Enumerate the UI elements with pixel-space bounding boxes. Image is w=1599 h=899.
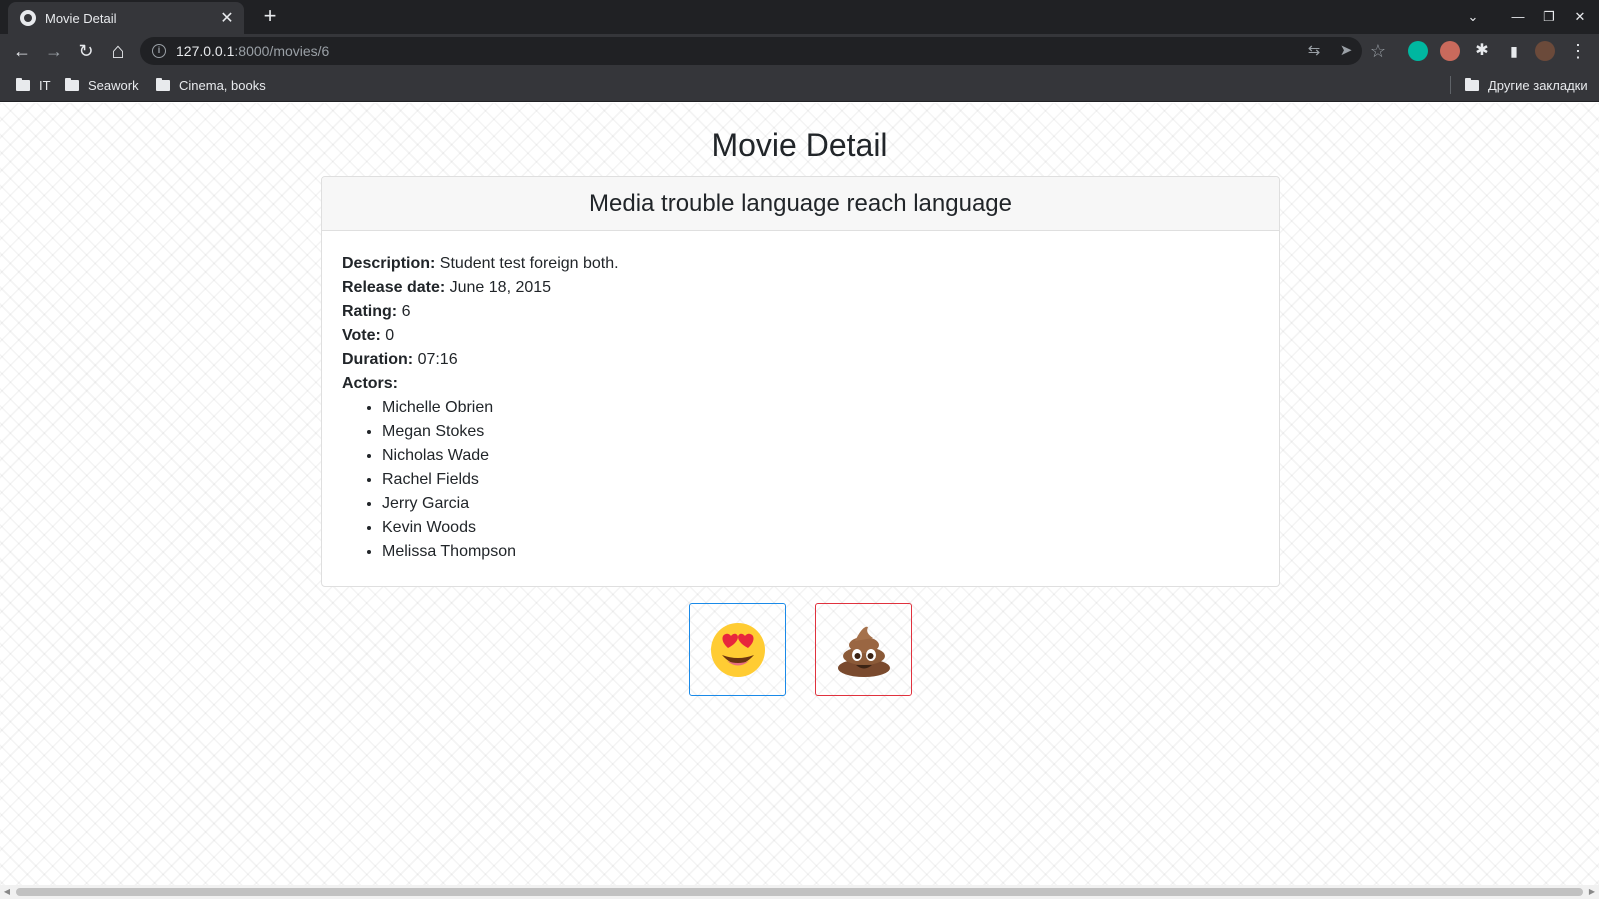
other-bookmarks-folder[interactable]: Другие закладки (1465, 75, 1588, 95)
send-icon[interactable]: ➤ (1334, 39, 1358, 63)
page-viewport: Movie Detail Media trouble language reac… (0, 103, 1599, 899)
bookmarks-bar: IT Seawork Cinema, books Другие закладки (0, 68, 1599, 102)
bookmark-label: IT (39, 77, 51, 93)
folder-icon (65, 77, 79, 91)
home-icon[interactable]: ⌂ (106, 39, 130, 63)
like-button[interactable] (689, 603, 786, 696)
list-item: Rachel Fields (382, 468, 1259, 492)
bookmark-star-icon[interactable]: ☆ (1366, 39, 1390, 63)
extensions-puzzle-icon[interactable]: ✱ (1470, 39, 1494, 63)
browser-tab[interactable]: Movie Detail ✕ (8, 2, 244, 34)
list-item: Kevin Woods (382, 516, 1259, 540)
minimize-icon[interactable]: — (1507, 6, 1529, 28)
list-item: Melissa Thompson (382, 540, 1259, 564)
scroll-right-icon[interactable]: ▶ (1585, 885, 1599, 899)
page-title: Movie Detail (711, 127, 888, 163)
list-item: Michelle Obrien (382, 396, 1259, 420)
list-item: Megan Stokes (382, 420, 1259, 444)
actors-row: Actors: (342, 375, 399, 392)
shield-extension-icon[interactable] (1408, 41, 1428, 61)
movie-title: Media trouble language reach language (322, 177, 1279, 231)
description-value: Student test foreign both. (439, 255, 619, 272)
movie-card: Media trouble language reach language De… (321, 176, 1280, 587)
window-close-icon[interactable]: ✕ (1569, 6, 1591, 28)
duration-row: Duration: 07:16 (342, 351, 458, 368)
release-date-row: Release date: June 18, 2015 (342, 279, 552, 296)
bookmark-label: Другие закладки (1488, 77, 1588, 93)
bookmark-label: Seawork (88, 77, 139, 93)
folder-icon (16, 77, 30, 91)
owl-extension-icon[interactable] (1440, 41, 1460, 61)
bookmark-label: Cinema, books (179, 77, 266, 93)
tab-search-icon[interactable]: ⌄ (1462, 6, 1484, 28)
dislike-button[interactable] (815, 603, 912, 696)
scrollbar-thumb[interactable] (16, 888, 1583, 896)
back-icon[interactable]: ← (10, 39, 34, 63)
translate-icon[interactable]: ⇆ (1302, 39, 1326, 63)
url-text[interactable]: 127.0.0.1:8000/movies/6 (176, 43, 329, 59)
globe-icon (20, 10, 36, 26)
description-row: Description: Student test foreign both. (342, 255, 619, 272)
reload-icon[interactable]: ↻ (74, 39, 98, 63)
vote-value: 0 (385, 327, 395, 344)
bookmark-folder-seawork[interactable]: Seawork (65, 75, 139, 95)
browser-toolbar: ← → ↻ ⌂ i 127.0.0.1:8000/movies/6 ⇆ ➤ ☆ … (0, 34, 1599, 68)
horizontal-scrollbar[interactable]: ◀ ▶ (0, 885, 1599, 899)
folder-icon (156, 77, 170, 91)
release-date-value: June 18, 2015 (449, 279, 552, 296)
rating-row: Rating: 6 (342, 303, 411, 320)
movie-details: Description: Student test foreign both. … (322, 231, 1279, 564)
tab-strip: Movie Detail ✕ + ⌄ — ❐ ✕ (0, 0, 1599, 34)
list-item: Jerry Garcia (382, 492, 1259, 516)
profile-avatar[interactable] (1535, 41, 1555, 61)
forward-icon[interactable]: → (42, 39, 66, 63)
new-tab-button[interactable]: + (258, 5, 282, 29)
restore-icon[interactable]: ❐ (1538, 6, 1560, 28)
heart-eyes-emoji-icon (710, 622, 765, 677)
bookmark-folder-it[interactable]: IT (16, 75, 51, 95)
duration-value: 07:16 (417, 351, 458, 368)
folder-icon (1465, 77, 1479, 91)
tab-close-icon[interactable]: ✕ (218, 8, 236, 28)
bookmark-folder-cinema-books[interactable]: Cinema, books (156, 75, 266, 95)
side-panel-icon[interactable]: ▮ (1502, 39, 1526, 63)
actors-list: Michelle Obrien Megan Stokes Nicholas Wa… (362, 396, 1259, 564)
browser-menu-icon[interactable]: ⋮ (1566, 39, 1590, 63)
tab-title: Movie Detail (45, 10, 117, 26)
address-bar[interactable]: i 127.0.0.1:8000/movies/6 ⇆ ➤ ☆ (140, 37, 1386, 65)
bookmarks-divider (1450, 76, 1451, 94)
info-icon[interactable]: i (152, 44, 166, 58)
scroll-left-icon[interactable]: ◀ (0, 885, 14, 899)
list-item: Nicholas Wade (382, 444, 1259, 468)
poop-emoji-icon (837, 626, 890, 677)
rating-value: 6 (401, 303, 411, 320)
vote-row: Vote: 0 (342, 327, 395, 344)
